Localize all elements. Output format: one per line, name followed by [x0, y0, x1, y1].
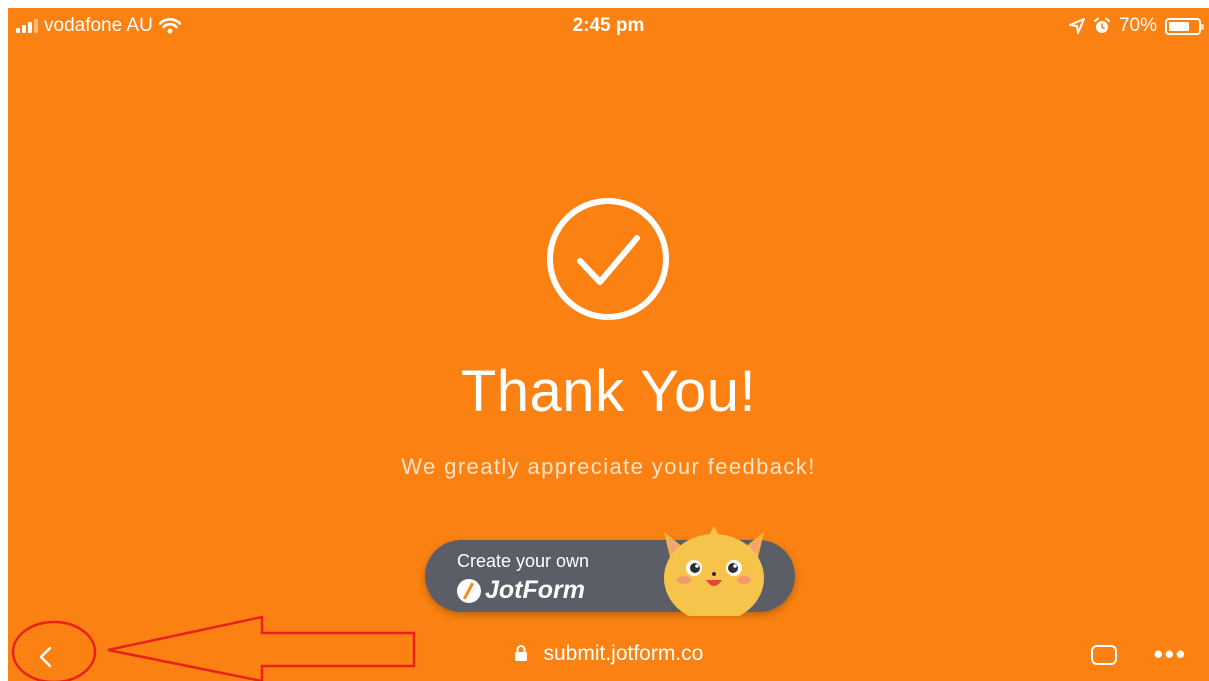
page-title: Thank You!: [460, 359, 757, 424]
alarm-icon: [1093, 17, 1110, 33]
page-subtitle: We greatly appreciate your feedback!: [401, 454, 816, 479]
jotform-logo-icon: [457, 578, 481, 603]
status-time: 2:45 pm: [572, 15, 645, 36]
jotform-logo: JotForm: [457, 576, 589, 605]
badge-brand-label: JotForm: [485, 576, 585, 604]
browser-toolbar: submit.jotform.co •••: [8, 631, 1209, 681]
url-field[interactable]: submit.jotform.co: [8, 642, 1209, 666]
battery-icon: [1165, 17, 1204, 35]
tabs-icon[interactable]: [1091, 645, 1117, 665]
battery-fill: [1169, 21, 1189, 31]
app-screen: vodafone AU 2:45 pm 70% Thank You! We gr…: [8, 8, 1209, 681]
status-bar: vodafone AU 2:45 pm 70%: [8, 8, 1209, 44]
create-your-own-jotform-button[interactable]: Create your own JotForm: [425, 526, 795, 616]
badge-text: Create your own JotForm: [457, 551, 589, 605]
check-circle-icon: [547, 198, 669, 320]
badge-line1: Create your own: [457, 551, 590, 571]
battery-percent: 70%: [1118, 15, 1157, 36]
mascot-icon: [664, 526, 764, 616]
location-icon: [1068, 18, 1085, 34]
status-right: 70%: [1068, 15, 1204, 37]
lock-icon: [514, 645, 527, 661]
url-text: submit.jotform.co: [543, 642, 704, 665]
more-icon[interactable]: •••: [1154, 639, 1187, 670]
